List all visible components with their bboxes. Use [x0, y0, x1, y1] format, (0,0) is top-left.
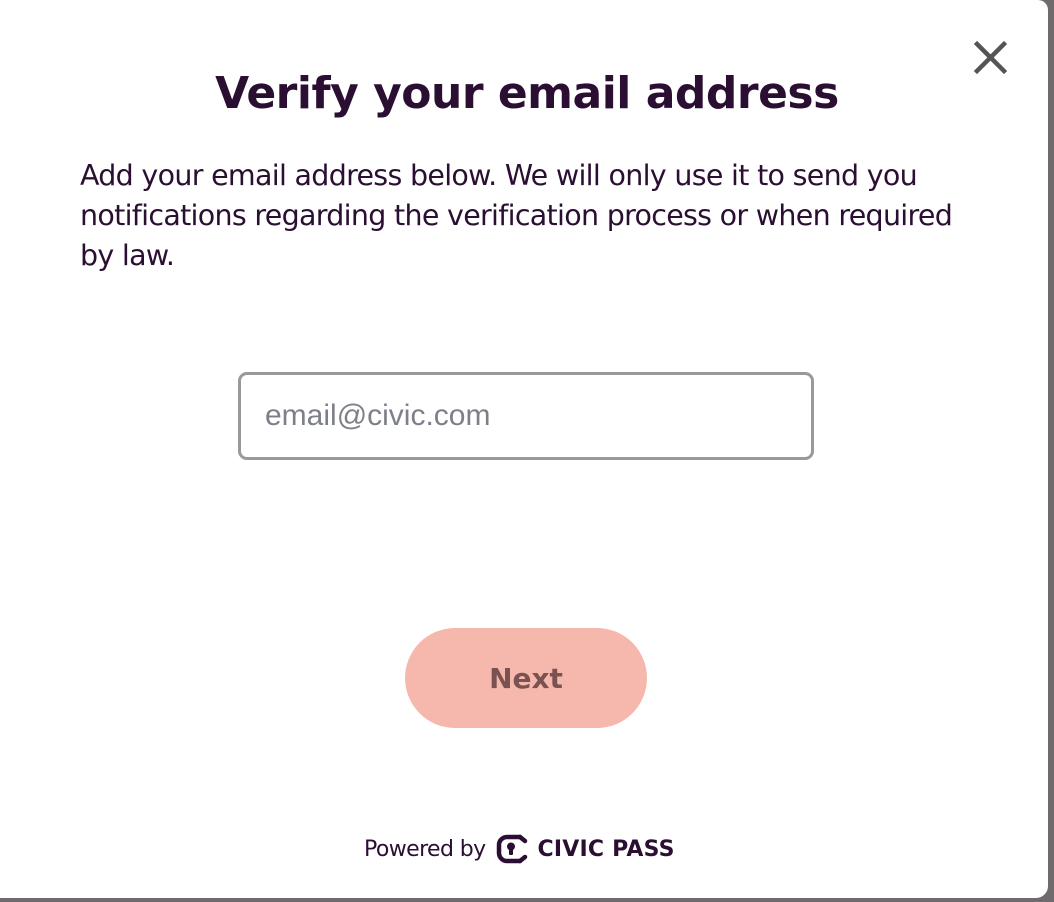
description-text: Add your email address below. We will on… [80, 159, 953, 272]
email-field[interactable] [238, 372, 814, 460]
verify-email-modal: Verify your email address Add your email… [0, 0, 1048, 898]
civic-pass-logo: CIVIC PASS [494, 830, 675, 868]
powered-by-label: Powered by [364, 836, 486, 862]
next-button[interactable]: Next [405, 628, 647, 728]
powered-by-footer: Powered by CIVIC PASS [364, 826, 675, 872]
civic-lock-icon [494, 830, 532, 868]
page-title: Verify your email address [215, 68, 839, 119]
civic-pass-wordmark: CIVIC PASS [537, 836, 675, 862]
